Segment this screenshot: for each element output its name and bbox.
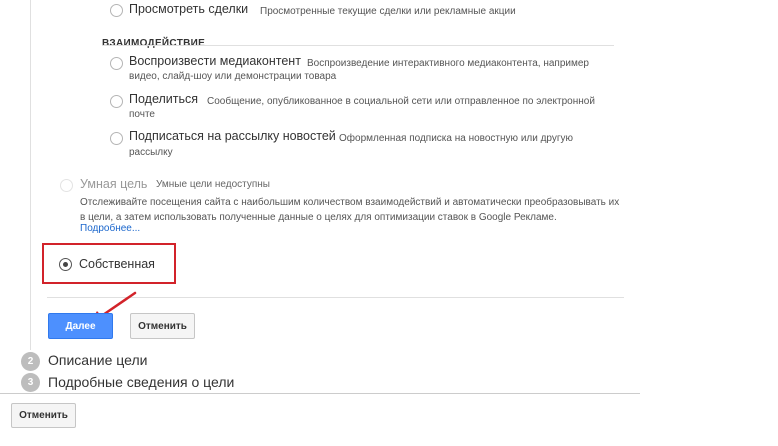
option-desc-play-media-cont: видео, слайд-шоу или демонстрации товара bbox=[129, 71, 337, 82]
radio-smart-goal bbox=[60, 179, 73, 192]
radio-custom-goal[interactable] bbox=[59, 258, 72, 271]
option-title-view-deals: Просмотреть сделки bbox=[129, 2, 249, 16]
smart-goal-description: Отслеживайте посещения сайта с наибольши… bbox=[80, 197, 620, 223]
learn-more-link[interactable]: Подробнее... bbox=[80, 223, 140, 234]
cancel-button[interactable]: Отменить bbox=[130, 313, 195, 339]
option-desc-subscribe: Оформленная подписка на новостную или др… bbox=[339, 133, 574, 144]
bottom-divider bbox=[0, 393, 640, 394]
option-title-play-media: Воспроизвести медиаконтент bbox=[129, 54, 301, 68]
option-title-share: Поделиться bbox=[129, 92, 199, 106]
radio-subscribe-newsletter[interactable] bbox=[110, 132, 123, 145]
smart-goal-title: Умная цель bbox=[80, 177, 148, 191]
footer-cancel-button[interactable]: Отменить bbox=[11, 403, 76, 428]
custom-goal-label[interactable]: Собственная bbox=[79, 257, 155, 271]
section-header-engagement: ВЗАИМОДЕЙСТВИЕ bbox=[102, 38, 206, 49]
option-title-subscribe: Подписаться на рассылку новостей bbox=[129, 129, 336, 143]
radio-share[interactable] bbox=[110, 95, 123, 108]
radio-play-media[interactable] bbox=[110, 57, 123, 70]
next-button[interactable]: Далее bbox=[48, 313, 113, 339]
step-label-goal-description[interactable]: Описание цели bbox=[48, 352, 147, 368]
option-desc-view-deals: Просмотренные текущие сделки или рекламн… bbox=[260, 6, 516, 17]
option-desc-subscribe-cont: рассылку bbox=[129, 147, 173, 158]
step-number-2: 2 bbox=[21, 352, 40, 371]
option-desc-share-cont: почте bbox=[129, 109, 155, 120]
step-number-3: 3 bbox=[21, 373, 40, 392]
section-divider bbox=[102, 45, 614, 46]
option-desc-share: Сообщение, опубликованное в социальной с… bbox=[207, 96, 595, 107]
left-border-line bbox=[30, 0, 31, 350]
option-desc-play-media: Воспроизведение интерактивного медиаконт… bbox=[307, 58, 589, 69]
step-label-goal-details[interactable]: Подробные сведения о цели bbox=[48, 374, 234, 390]
smart-goal-subtitle: Умные цели недоступны bbox=[156, 179, 270, 190]
radio-view-deals[interactable] bbox=[110, 4, 123, 17]
